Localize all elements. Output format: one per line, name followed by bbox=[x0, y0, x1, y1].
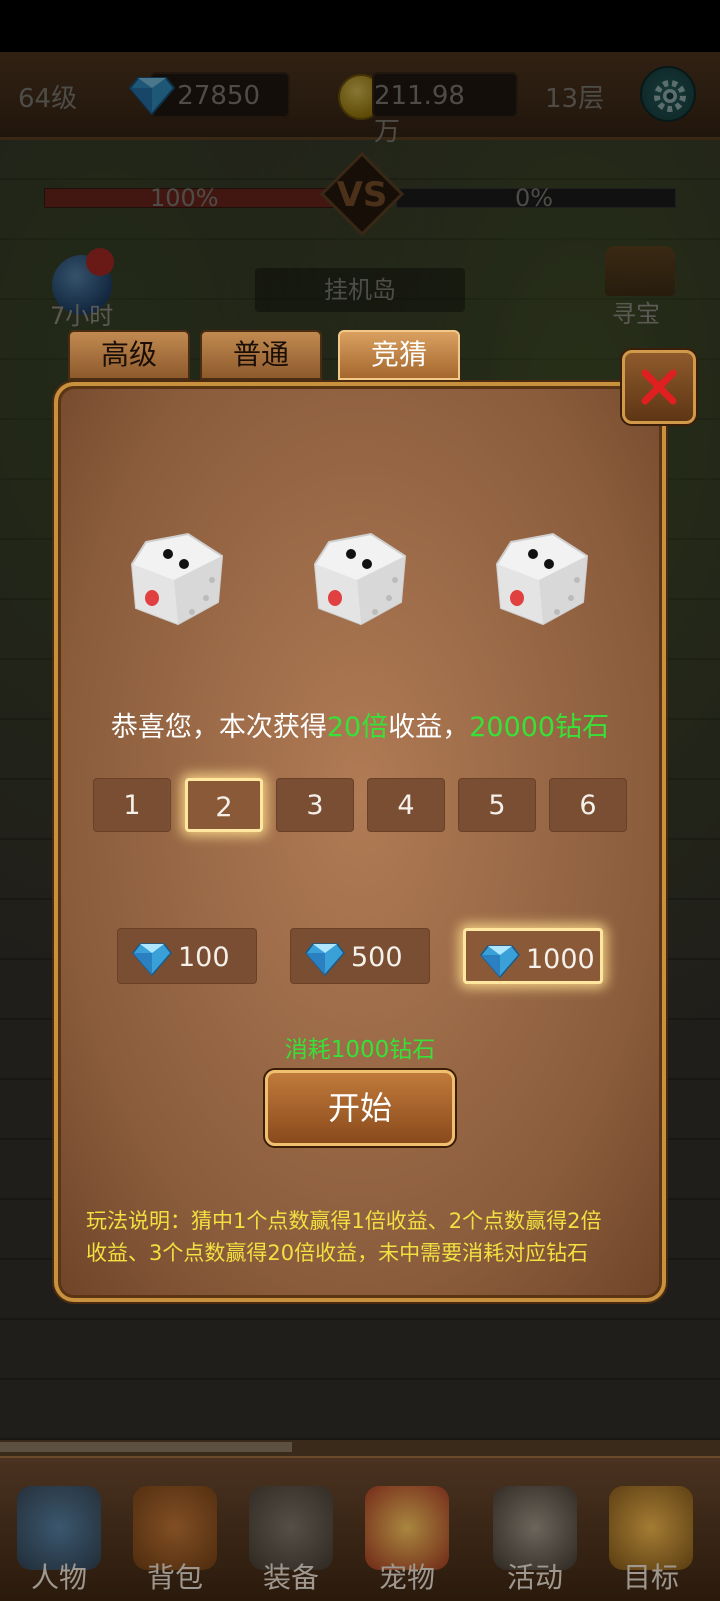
result-message: 恭喜您，本次获得20倍收益，20000钻石 bbox=[54, 705, 666, 744]
rules-text: 玩法说明：猜中1个点数赢得1倍收益、2个点数赢得2倍 收益、3个点数赢得20倍收… bbox=[86, 1205, 646, 1269]
nav-pet[interactable]: 宠物 bbox=[348, 1458, 466, 1601]
nav-backpack[interactable]: 背包 bbox=[116, 1458, 234, 1601]
result-multiplier: 20倍 bbox=[326, 712, 389, 743]
nav-character[interactable]: 人物 bbox=[0, 1458, 118, 1601]
nav-label: 活动 bbox=[506, 1561, 563, 1594]
close-icon bbox=[641, 369, 677, 405]
number-option-3[interactable]: 3 bbox=[276, 778, 354, 832]
nav-label: 人物 bbox=[30, 1561, 87, 1594]
experience-progress bbox=[0, 1442, 292, 1452]
bet-option-500[interactable]: 500 bbox=[290, 928, 430, 984]
tab-guess[interactable]: 竞猜 bbox=[338, 330, 460, 380]
nav-label: 目标 bbox=[622, 1561, 679, 1594]
nav-equipment[interactable]: 装备 bbox=[232, 1458, 350, 1601]
diamond-icon bbox=[132, 943, 172, 977]
bottom-navigation: 人物 背包 装备 宠物 活动 目标 bbox=[0, 1456, 720, 1601]
result-reward: 20000钻石 bbox=[469, 712, 610, 743]
nav-activity[interactable]: 活动 bbox=[476, 1458, 594, 1601]
start-button[interactable]: 开始 bbox=[265, 1070, 455, 1146]
number-option-5[interactable]: 5 bbox=[458, 778, 536, 832]
bet-option-1000[interactable]: 1000 bbox=[463, 928, 603, 984]
number-option-2[interactable]: 2 bbox=[185, 778, 263, 832]
close-button[interactable] bbox=[622, 350, 696, 424]
nav-label: 背包 bbox=[146, 1561, 203, 1594]
result-prefix: 恭喜您，本次获得 bbox=[110, 712, 327, 743]
bet-option-100[interactable]: 100 bbox=[117, 928, 257, 984]
number-option-6[interactable]: 6 bbox=[549, 778, 627, 832]
number-option-1[interactable]: 1 bbox=[93, 778, 171, 832]
experience-bar bbox=[0, 1440, 720, 1456]
tab-normal[interactable]: 普通 bbox=[200, 330, 322, 380]
nav-target[interactable]: 目标 bbox=[592, 1458, 710, 1601]
cost-text: 消耗1000钻石 bbox=[284, 1037, 436, 1063]
bet-amount: 500 bbox=[351, 942, 403, 973]
dice-1 bbox=[130, 532, 224, 626]
result-middle: 收益， bbox=[388, 712, 470, 743]
number-option-4[interactable]: 4 bbox=[367, 778, 445, 832]
tab-advanced[interactable]: 高级 bbox=[68, 330, 190, 380]
nav-label: 装备 bbox=[262, 1561, 319, 1594]
rules-line: 收益、3个点数赢得20倍收益，未中需要消耗对应钻石 bbox=[86, 1241, 589, 1265]
nav-label: 宠物 bbox=[378, 1561, 435, 1594]
bet-amount: 1000 bbox=[526, 944, 595, 975]
diamond-icon bbox=[305, 943, 345, 977]
bet-amount: 100 bbox=[178, 942, 230, 973]
dice-2 bbox=[313, 532, 407, 626]
guess-panel bbox=[54, 382, 666, 1302]
dice-3 bbox=[495, 532, 589, 626]
diamond-icon bbox=[480, 945, 520, 979]
rules-line: 玩法说明：猜中1个点数赢得1倍收益、2个点数赢得2倍 bbox=[86, 1209, 602, 1233]
